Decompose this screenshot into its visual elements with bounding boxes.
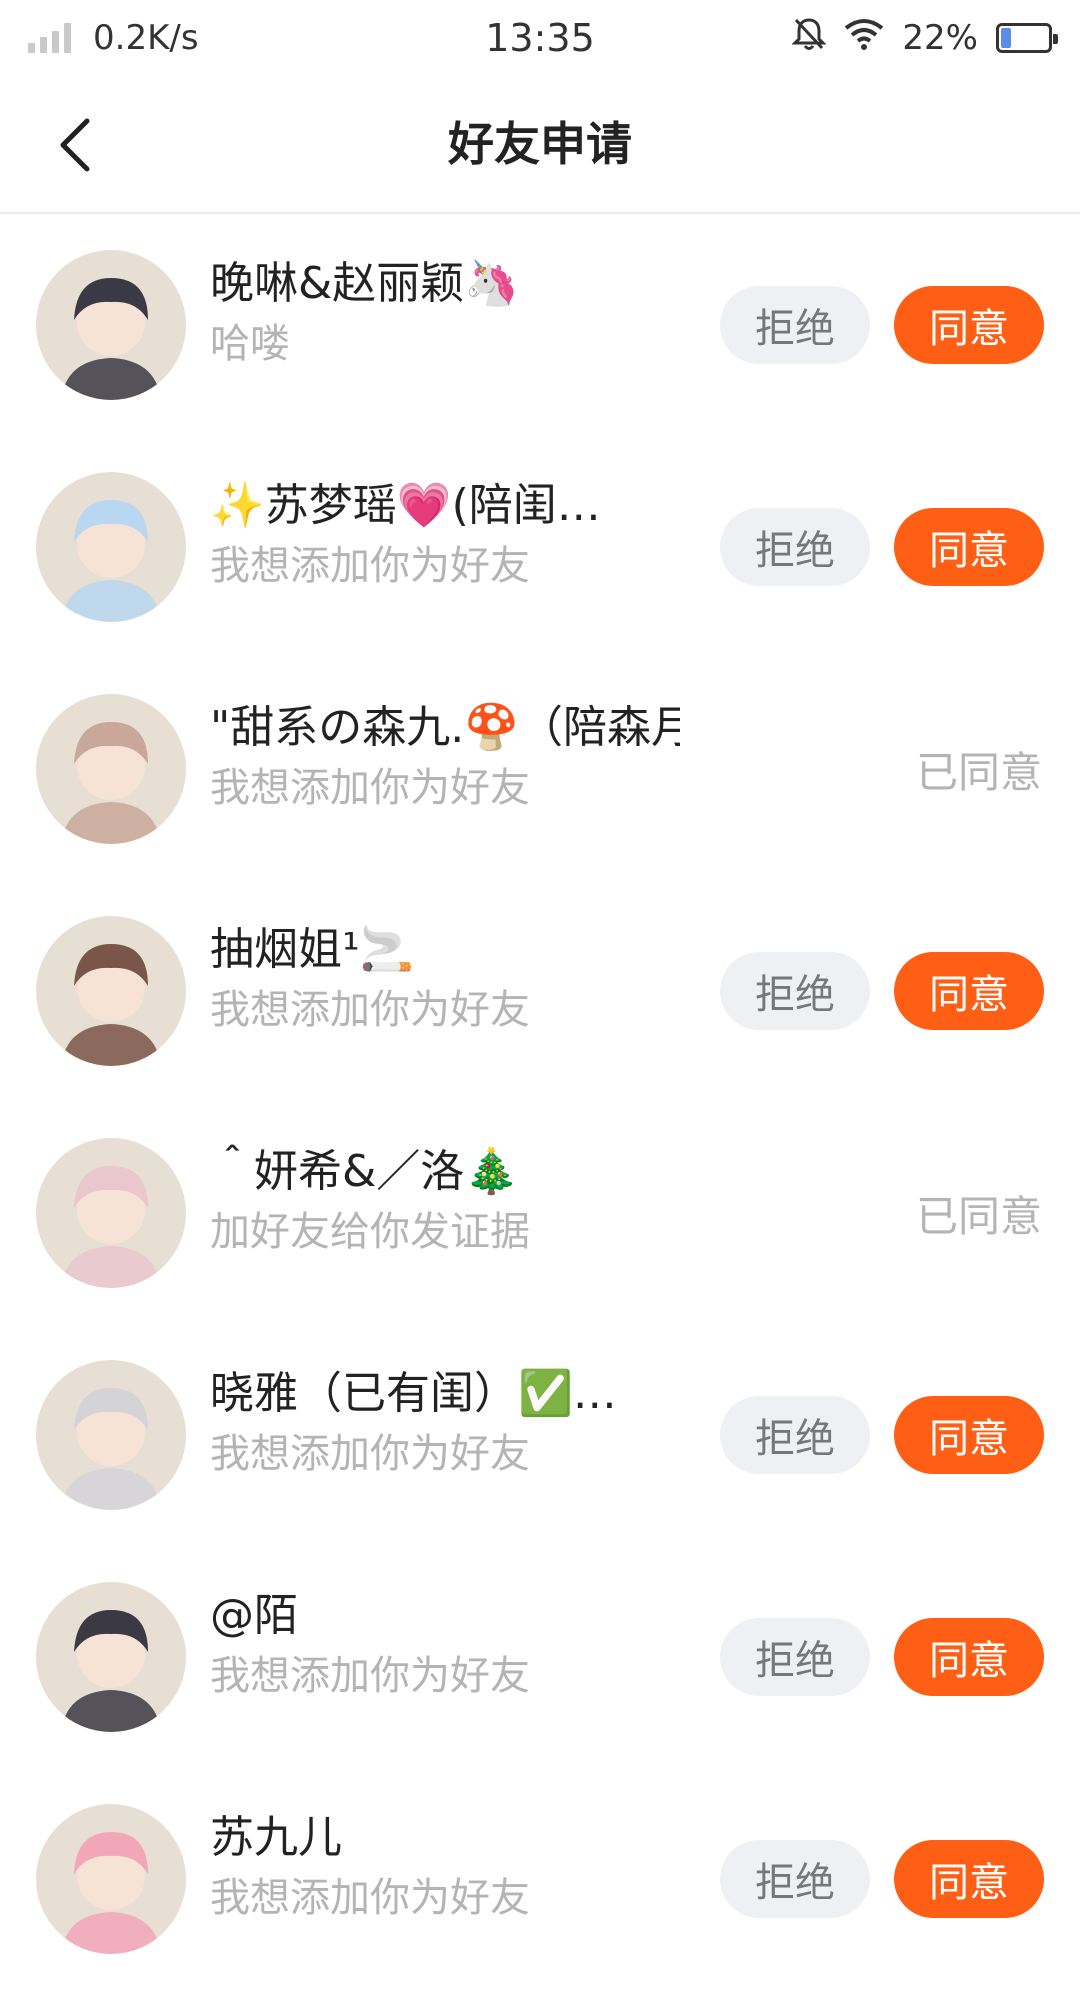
friend-request-list: 晚啉&赵丽颖🦄 哈喽 拒绝 同意 ✨苏梦瑶💗(陪闺… 我想添加你为好友 拒绝 同意 "甜系の森九… [0, 214, 1080, 1990]
request-text: 晓雅（已有闺）✅… 我想添加你为好友 [210, 1364, 680, 1482]
accept-button[interactable]: 同意 [894, 952, 1044, 1030]
accepted-status: 已同意 [915, 1191, 1042, 1241]
request-row[interactable]: 晓雅（已有闺）✅… 我想添加你为好友 拒绝 同意 [0, 1324, 1080, 1546]
request-row[interactable]: ＾妍希&／洛🎄 加好友给你发证据 已同意 [0, 1102, 1080, 1324]
requester-name: 抽烟姐¹🚬 [210, 924, 415, 975]
request-text: 抽烟姐¹🚬 我想添加你为好友 [210, 920, 680, 1038]
request-row[interactable]: 苏九儿 我想添加你为好友 拒绝 同意 [0, 1768, 1080, 1990]
net-speed: 0.2K/s [93, 18, 199, 58]
accept-button[interactable]: 同意 [894, 1618, 1044, 1696]
reject-button[interactable]: 拒绝 [720, 952, 870, 1030]
avatar[interactable] [36, 1582, 186, 1732]
battery-fill [1001, 28, 1012, 48]
requester-name: 晚啉&赵丽颖🦄 [210, 258, 520, 309]
reject-button[interactable]: 拒绝 [720, 508, 870, 586]
battery-icon [996, 23, 1058, 53]
reject-button[interactable]: 拒绝 [720, 1618, 870, 1696]
request-text: ＾妍希&／洛🎄 加好友给你发证据 [210, 1142, 680, 1260]
avatar[interactable] [36, 1138, 186, 1288]
nav-bar: 好友申请 [0, 76, 1080, 214]
signal-icon [28, 23, 71, 53]
request-text: 晚啉&赵丽颖🦄 哈喽 [210, 254, 680, 372]
battery-percent: 22% [902, 18, 978, 58]
reject-button[interactable]: 拒绝 [720, 286, 870, 364]
request-text: "甜系の森九.🍄（陪森月… 我想添加你为好友 [210, 698, 680, 816]
status-right: 22% [791, 16, 1080, 61]
request-row[interactable]: "甜系の森九.🍄（陪森月… 我想添加你为好友 已同意 [0, 658, 1080, 880]
request-message: 我想添加你为好友 [210, 1653, 530, 1699]
status-left: 0.2K/s [0, 18, 199, 58]
avatar[interactable] [36, 1804, 186, 1954]
request-message: 我想添加你为好友 [210, 765, 530, 811]
reject-button[interactable]: 拒绝 [720, 1396, 870, 1474]
request-message: 我想添加你为好友 [210, 1875, 530, 1921]
accept-button[interactable]: 同意 [894, 1840, 1044, 1918]
reject-button[interactable]: 拒绝 [720, 1840, 870, 1918]
avatar[interactable] [36, 694, 186, 844]
request-message: 我想添加你为好友 [210, 1431, 530, 1477]
wifi-icon [844, 18, 884, 59]
request-message: 我想添加你为好友 [210, 543, 530, 589]
request-row[interactable]: @陌 我想添加你为好友 拒绝 同意 [0, 1546, 1080, 1768]
request-row[interactable]: 晚啉&赵丽颖🦄 哈喽 拒绝 同意 [0, 214, 1080, 436]
accept-button[interactable]: 同意 [894, 1396, 1044, 1474]
accept-button[interactable]: 同意 [894, 508, 1044, 586]
requester-name: ✨苏梦瑶💗(陪闺… [210, 480, 601, 531]
requester-name: ＾妍希&／洛🎄 [210, 1146, 520, 1197]
accepted-status: 已同意 [915, 747, 1042, 797]
avatar[interactable] [36, 250, 186, 400]
requester-name: 苏九儿 [210, 1812, 342, 1863]
mute-bell-icon [791, 16, 828, 61]
request-message: 加好友给你发证据 [210, 1209, 530, 1255]
request-text: @陌我想添加你为好友 [210, 1586, 680, 1704]
request-message: 我想添加你为好友 [210, 987, 530, 1033]
avatar[interactable] [36, 472, 186, 622]
requester-name: @陌 [210, 1590, 298, 1641]
page-title: 好友申请 [448, 117, 632, 171]
request-text: ✨苏梦瑶💗(陪闺… 我想添加你为好友 [210, 476, 680, 594]
request-row[interactable]: ✨苏梦瑶💗(陪闺… 我想添加你为好友 拒绝 同意 [0, 436, 1080, 658]
request-text: 苏九儿我想添加你为好友 [210, 1808, 680, 1926]
requester-name: 晓雅（已有闺）✅… [210, 1368, 617, 1419]
status-bar: 0.2K/s 13:35 22% [0, 0, 1080, 76]
request-message: 哈喽 [210, 321, 290, 367]
accept-button[interactable]: 同意 [894, 286, 1044, 364]
requester-name: "甜系の森九.🍄（陪森月… [210, 702, 680, 753]
avatar[interactable] [36, 916, 186, 1066]
request-row[interactable]: 抽烟姐¹🚬 我想添加你为好友 拒绝 同意 [0, 880, 1080, 1102]
avatar[interactable] [36, 1360, 186, 1510]
